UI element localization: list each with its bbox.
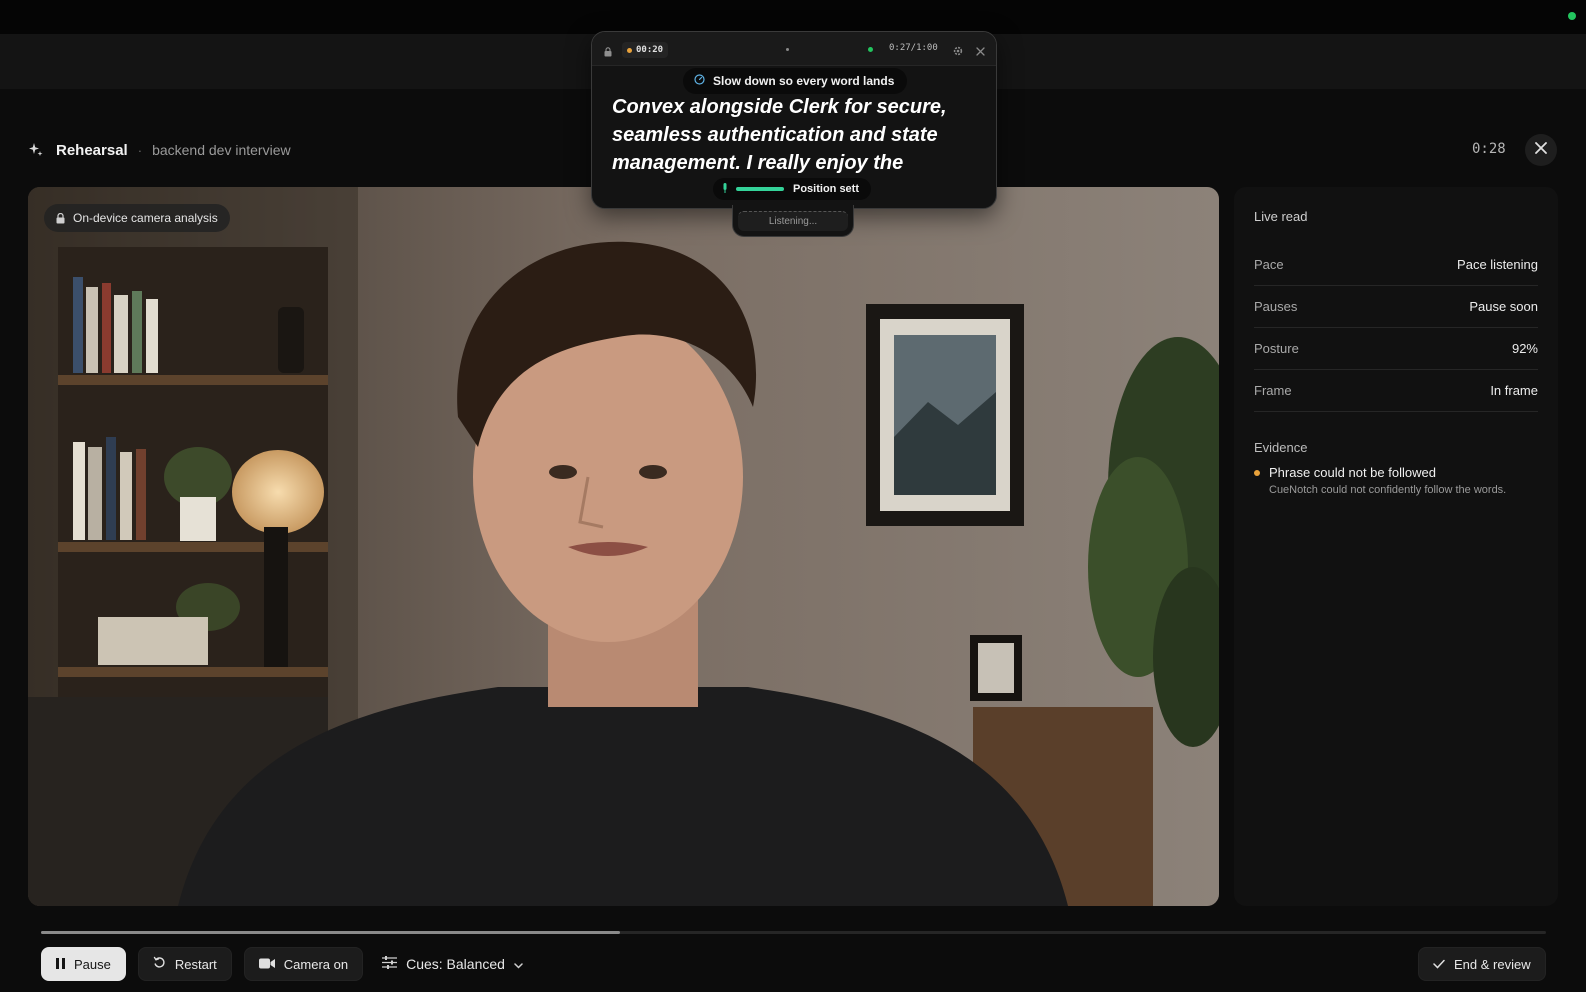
live-read-panel: Live read Pace Pace listening Pauses Pau… (1234, 187, 1558, 906)
top-bar (0, 0, 1586, 34)
gauge-icon (694, 74, 705, 88)
cues-dropdown[interactable]: Cues: Balanced (375, 947, 530, 981)
metric-value: 92% (1511, 341, 1538, 356)
control-bar: Pause Restart Camera on Cues: Balanced (41, 947, 530, 981)
position-label: Position sett (793, 183, 860, 195)
coaching-cue-text: Slow down so every word lands (713, 74, 895, 88)
session-header: Rehearsal · backend dev interview (28, 138, 291, 162)
metric-value: Pause soon (1469, 299, 1538, 314)
video-camera-icon (258, 957, 275, 972)
evidence-title: Evidence (1254, 440, 1308, 455)
lock-icon (56, 212, 65, 224)
audio-level-bar (736, 187, 784, 191)
chevron-down-icon (514, 956, 523, 972)
recording-time: 00:20 (636, 45, 664, 55)
cues-dropdown-label: Cues: Balanced (406, 956, 505, 972)
coaching-cue: Slow down so every word lands (683, 68, 908, 94)
evidence-item: Phrase could not be followed CueNotch co… (1254, 465, 1538, 496)
microphone-icon (723, 182, 727, 196)
metric-row-pace: Pace Pace listening (1254, 244, 1538, 286)
pause-label: Pause (74, 956, 111, 972)
script-progress-counter: 0:27/1:00 (889, 43, 938, 53)
close-icon[interactable] (976, 43, 985, 61)
metric-label: Posture (1254, 341, 1299, 356)
teleprompter-overlay[interactable]: 00:20 0:27/1:00 Slow down so every word … (591, 31, 997, 209)
session-subtitle: backend dev interview (152, 142, 291, 158)
live-read-title: Live read (1254, 209, 1308, 224)
sliders-icon (382, 956, 398, 972)
restart-button[interactable]: Restart (137, 947, 232, 981)
end-and-review-button[interactable]: End & review (1418, 947, 1546, 981)
pause-button[interactable]: Pause (41, 947, 126, 981)
status-indicator (1568, 12, 1576, 20)
checkmark-icon (1433, 957, 1445, 972)
pause-icon (56, 957, 65, 972)
teleprompter-script: Convex alongside Clerk for secure, seaml… (612, 96, 947, 174)
metric-value: In frame (1490, 383, 1538, 398)
listening-status: Listening... (738, 210, 848, 231)
metric-label: Pace (1254, 257, 1284, 272)
camera-analysis-badge: On-device camera analysis (44, 204, 230, 232)
session-progress-fill (41, 931, 621, 934)
recording-dot-icon (627, 47, 632, 53)
metric-label: Pauses (1254, 299, 1298, 314)
evidence-section: Evidence Phrase could not be followed Cu… (1254, 440, 1538, 496)
lock-icon[interactable] (604, 44, 612, 62)
sparkle-icon (28, 142, 44, 158)
listening-status-tab: Listening... (732, 205, 854, 237)
camera-analysis-label: On-device camera analysis (73, 211, 218, 225)
end-and-review-label: End & review (1454, 956, 1531, 972)
camera-preview: On-device camera analysis (28, 187, 1219, 906)
position-indicator: Position sett (713, 178, 872, 200)
camera-toggle-button[interactable]: Camera on (243, 947, 364, 981)
live-indicator-icon (868, 47, 873, 52)
restart-icon (153, 956, 166, 972)
gear-icon[interactable] (953, 43, 963, 61)
camera-feed-image (28, 187, 1219, 906)
metric-value: Pace listening (1457, 257, 1538, 272)
metric-label: Frame (1254, 383, 1292, 398)
close-button[interactable] (1525, 134, 1557, 166)
evidence-headline: Phrase could not be followed (1269, 465, 1436, 480)
elapsed-timer: 0:28 (1472, 141, 1506, 157)
recording-timer: 00:20 (622, 42, 669, 58)
metric-row-pauses: Pauses Pause soon (1254, 286, 1538, 328)
evidence-detail: CueNotch could not confidently follow th… (1269, 484, 1507, 496)
close-icon (1535, 141, 1547, 159)
warning-dot-icon (1254, 470, 1260, 476)
drag-handle-icon[interactable] (786, 48, 789, 51)
metric-row-posture: Posture 92% (1254, 328, 1538, 370)
title-separator: · (137, 142, 143, 158)
metric-row-frame: Frame In frame (1254, 370, 1538, 412)
session-progress[interactable] (41, 931, 1546, 934)
restart-label: Restart (174, 956, 217, 972)
page-title: Rehearsal (56, 141, 128, 159)
camera-toggle-label: Camera on (283, 956, 349, 972)
